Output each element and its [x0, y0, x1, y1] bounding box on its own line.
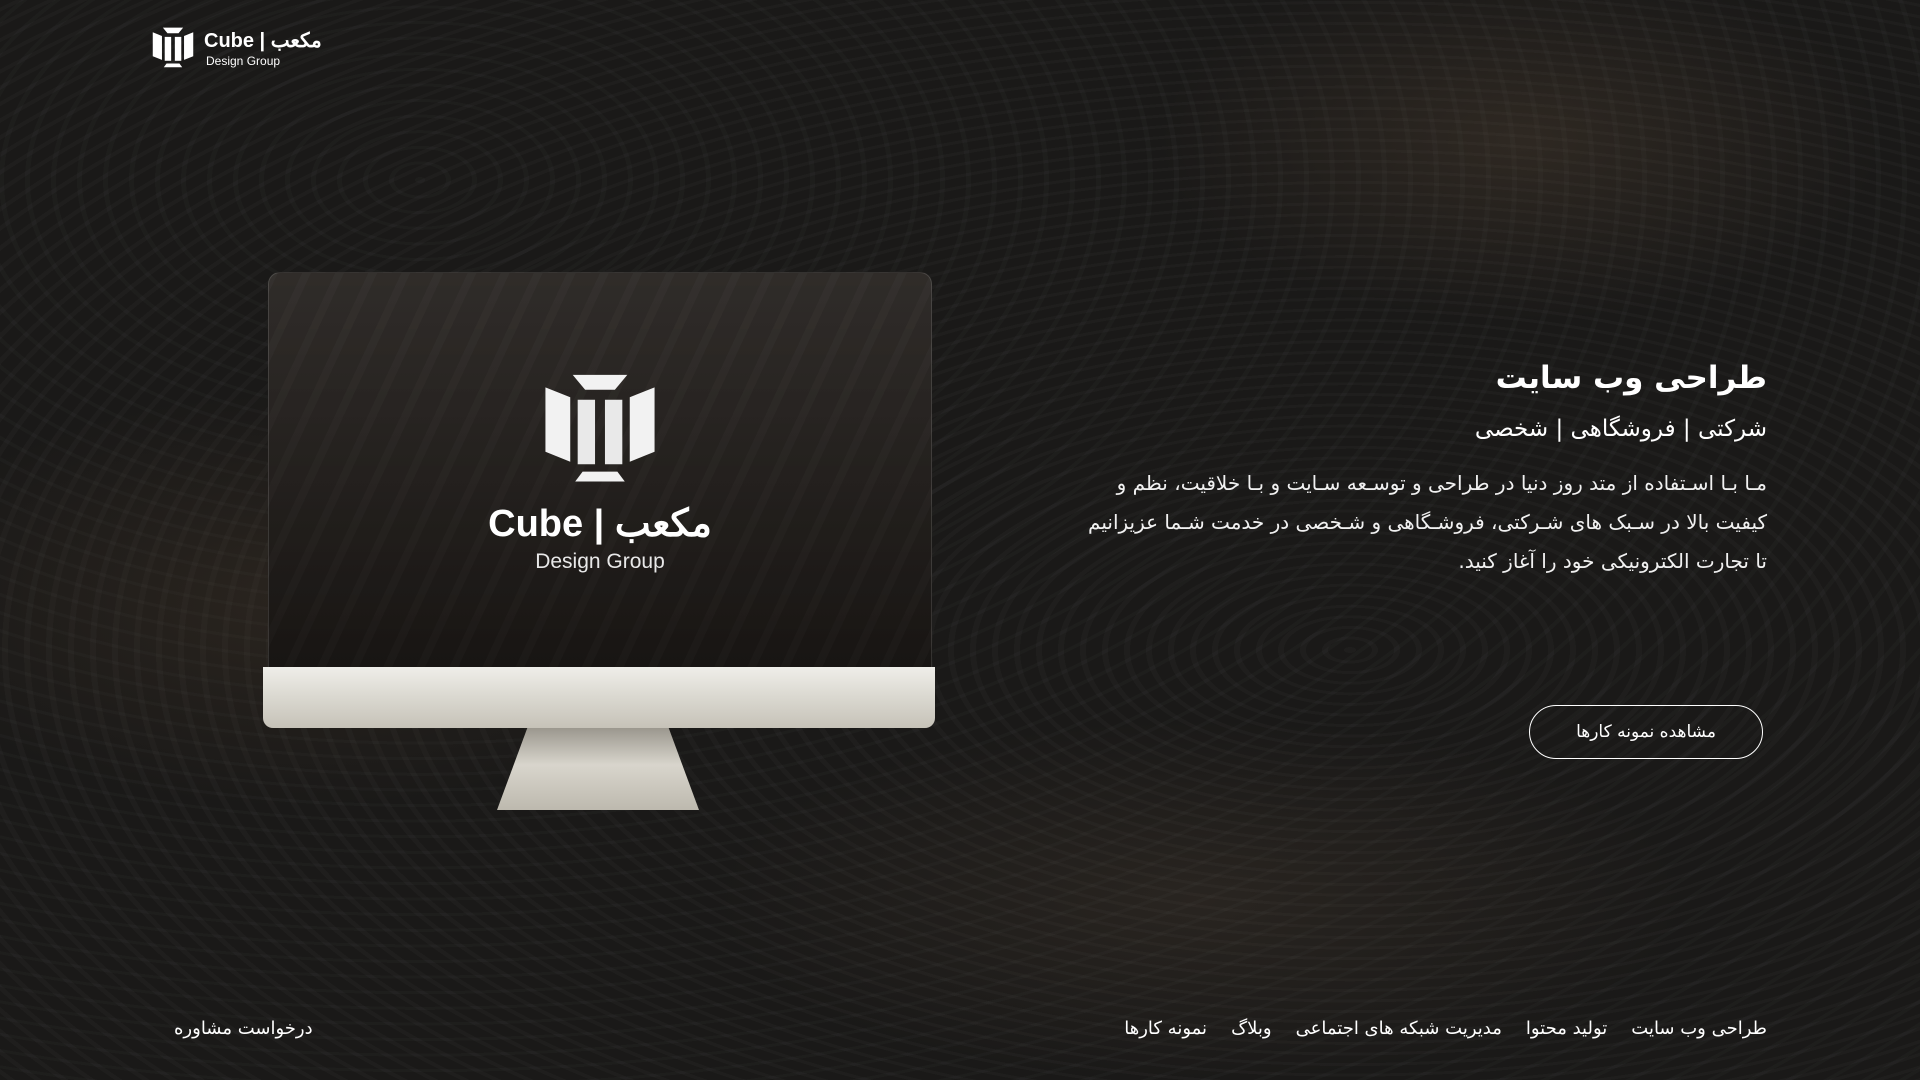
screen-logo-subtitle: Design Group — [535, 550, 665, 573]
monitor-chin — [263, 667, 935, 728]
hero-description: مـا بـا اسـتفاده از متد روز دنیا در طراح… — [1088, 471, 1767, 573]
cube-logo-icon — [545, 374, 655, 482]
monitor-illustration: Cube | مکعب Design Group — [263, 270, 937, 810]
nav-item-content-production[interactable]: تولید محتوا — [1526, 1018, 1607, 1039]
consultation-link[interactable]: درخواست مشاوره — [174, 1018, 313, 1039]
hero-subtitle: شرکتی | فروشگاهی | شخصی — [1474, 416, 1767, 442]
footer-nav: طراحی وب سایت تولید محتوا مدیریت شبکه ها… — [1124, 1018, 1767, 1039]
screen-logo: Cube | مکعب Design Group — [269, 365, 931, 574]
screen-logo-title: Cube | مکعب — [488, 503, 712, 545]
logo-title: Cube | مکعب — [204, 30, 322, 52]
monitor-screen: Cube | مکعب Design Group — [268, 272, 932, 668]
nav-item-web-design[interactable]: طراحی وب سایت — [1631, 1018, 1767, 1039]
monitor-stand — [497, 728, 699, 810]
hero-section: طراحی وب سایت شرکتی | فروشگاهی | شخصی مـ… — [1087, 360, 1767, 581]
cube-logo-icon — [152, 27, 194, 68]
hero-title: طراحی وب سایت — [1495, 360, 1767, 396]
nav-item-portfolio[interactable]: نمونه کارها — [1124, 1018, 1207, 1039]
logo-subtitle: Design Group — [206, 54, 281, 68]
nav-item-blog[interactable]: وبلاگ — [1231, 1018, 1272, 1039]
header-logo[interactable]: Cube | مکعب Design Group — [150, 22, 330, 74]
view-portfolio-button[interactable]: مشاهده نمونه کارها — [1529, 705, 1763, 759]
nav-item-social-media[interactable]: مدیریت شبکه های اجتماعی — [1296, 1018, 1502, 1039]
